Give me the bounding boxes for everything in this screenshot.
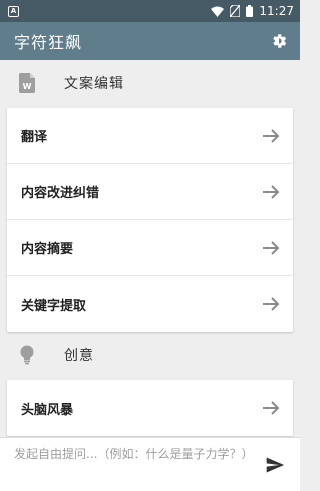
list-item-label: 内容改进纠错	[21, 186, 100, 201]
section-title: 文案编辑	[64, 76, 124, 92]
app-bar: 字符狂飙	[0, 22, 300, 60]
list-item-brainstorm[interactable]: 头脑风暴	[7, 380, 293, 436]
send-button[interactable]	[262, 452, 288, 478]
svg-text:W: W	[23, 82, 32, 91]
question-input-bar	[0, 437, 300, 491]
lightbulb-icon	[16, 344, 38, 366]
status-bar: A 11:27	[0, 0, 300, 22]
main-content: W 文案编辑 翻译 内容改进纠错 内容摘要 关键字提取 创意 头脑风暴	[0, 60, 300, 436]
arrow-right-icon	[261, 182, 281, 202]
list-item-label: 翻译	[21, 130, 48, 145]
send-icon	[266, 457, 285, 472]
section-header-creativity: 创意	[4, 332, 296, 378]
notification-icon: A	[8, 5, 19, 17]
list-item-label: 头脑风暴	[21, 402, 74, 418]
list-item-summary[interactable]: 内容摘要	[7, 220, 293, 276]
creativity-card: 头脑风暴	[7, 380, 293, 436]
settings-gear-icon	[273, 34, 287, 48]
section-header-copy-editing: W 文案编辑	[4, 60, 296, 106]
clock-time: 11:27	[259, 4, 294, 18]
no-sim-icon	[230, 5, 241, 17]
wifi-icon	[211, 6, 225, 17]
word-document-icon: W	[16, 72, 38, 94]
list-item-translate[interactable]: 翻译	[7, 108, 293, 164]
list-item-keyword-extraction[interactable]: 关键字提取	[7, 276, 293, 332]
copy-editing-card: 翻译 内容改进纠错 内容摘要 关键字提取	[7, 108, 293, 332]
arrow-right-icon	[261, 126, 281, 146]
battery-icon	[246, 5, 254, 17]
arrow-right-icon	[261, 294, 281, 314]
arrow-right-icon	[261, 398, 281, 418]
settings-button[interactable]	[268, 30, 290, 52]
arrow-right-icon	[261, 238, 281, 258]
question-input[interactable]	[14, 443, 254, 486]
list-item-label: 关键字提取	[21, 298, 87, 314]
section-title: 创意	[64, 348, 94, 364]
list-item-label: 内容摘要	[21, 242, 74, 257]
list-item-correction[interactable]: 内容改进纠错	[7, 164, 293, 220]
app-title: 字符狂飙	[14, 33, 83, 52]
